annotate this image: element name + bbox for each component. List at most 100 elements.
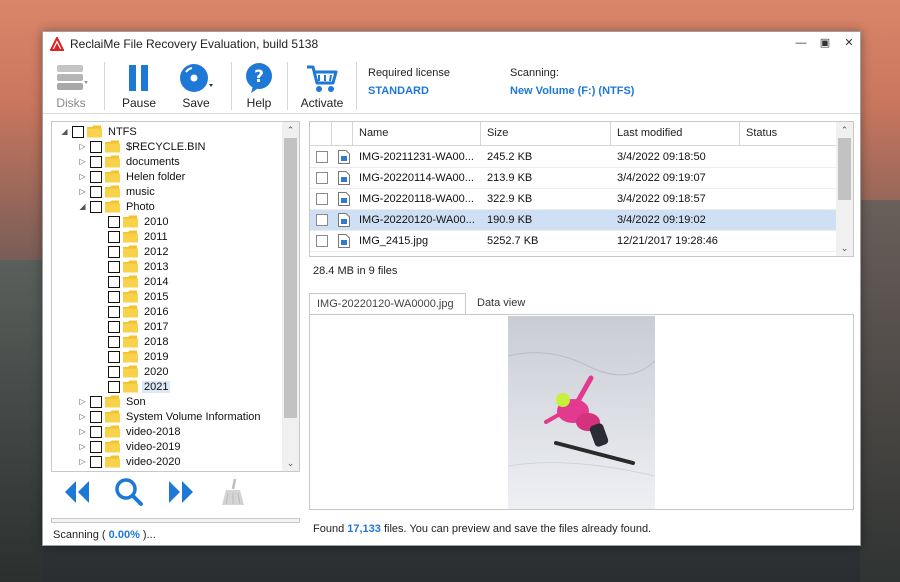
row-checkbox[interactable]	[316, 214, 328, 226]
tree-checkbox[interactable]	[90, 410, 102, 423]
search-button[interactable]	[113, 476, 145, 508]
tree-checkbox[interactable]	[108, 320, 120, 333]
file-status	[740, 210, 837, 231]
tree-item[interactable]: ▷ $RECYCLE.BIN	[78, 139, 207, 154]
tree-checkbox[interactable]	[90, 455, 102, 468]
expand-toggle-icon[interactable]: ▷	[78, 427, 87, 436]
column-header-status[interactable]: Status	[740, 122, 837, 146]
tree-item[interactable]: 2015	[96, 289, 170, 304]
tree-checkbox[interactable]	[108, 350, 120, 363]
activate-button[interactable]: Activate	[299, 62, 345, 110]
tree-checkbox[interactable]	[108, 245, 120, 258]
column-checkbox[interactable]	[310, 122, 332, 146]
tree-checkbox[interactable]	[108, 215, 120, 228]
expand-toggle-icon[interactable]: ▷	[78, 397, 87, 406]
expand-toggle-icon[interactable]: ▷	[78, 457, 87, 466]
tree-checkbox[interactable]	[72, 125, 84, 138]
expand-toggle-icon[interactable]: ▷	[78, 157, 87, 166]
tree-checkbox[interactable]	[108, 260, 120, 273]
tree-item[interactable]: ▷ music	[78, 184, 157, 199]
tree-item[interactable]: 2019	[96, 349, 170, 364]
table-row[interactable]: IMG-20220118-WA00... 322.9 KB 3/4/2022 09:…	[310, 189, 837, 210]
tree-item[interactable]: 2014	[96, 274, 170, 289]
table-row[interactable]: IMG_2415.jpg 5252.7 KB 12/21/2017 19:28:46	[310, 231, 837, 252]
tree-item[interactable]: 2010	[96, 214, 170, 229]
file-last-modified: 3/4/2022 09:18:50	[617, 151, 706, 163]
tree-checkbox[interactable]	[108, 380, 120, 393]
row-checkbox[interactable]	[316, 193, 328, 205]
pause-button[interactable]: Pause	[120, 62, 158, 110]
column-header-last-modified[interactable]: Last modified	[611, 122, 740, 146]
column-header-size[interactable]: Size	[481, 122, 611, 146]
column-header-name[interactable]: Name	[353, 122, 481, 146]
tab-data-view[interactable]: Data view	[470, 293, 540, 315]
tree-item[interactable]: 2021	[96, 379, 171, 394]
scroll-down-icon[interactable]: ⌄	[836, 240, 853, 256]
tree-item[interactable]: ▷ System Volume Information	[78, 409, 263, 424]
expand-toggle-icon[interactable]: ▷	[78, 187, 87, 196]
tree-checkbox[interactable]	[90, 140, 102, 153]
row-checkbox[interactable]	[316, 235, 328, 247]
tree-item[interactable]: 2016	[96, 304, 170, 319]
expand-toggle-icon[interactable]: ▷	[78, 442, 87, 451]
tree-item[interactable]: ◢ Photo	[78, 199, 157, 214]
expand-toggle-icon[interactable]: ◢	[60, 127, 69, 136]
tree-item[interactable]: 2013	[96, 259, 170, 274]
close-button[interactable]: ✕	[842, 36, 856, 50]
tree-item[interactable]: ▷ Helen folder	[78, 169, 187, 184]
previous-button[interactable]	[61, 476, 93, 508]
scroll-up-icon[interactable]: ⌃	[282, 122, 299, 138]
tree-checkbox[interactable]	[90, 440, 102, 453]
title-bar[interactable]: ReclaiMe File Recovery Evaluation, build…	[43, 32, 860, 56]
column-icon[interactable]	[332, 122, 353, 146]
scroll-up-icon[interactable]: ⌃	[836, 122, 853, 138]
expand-toggle-icon[interactable]: ▷	[78, 412, 87, 421]
tree-item[interactable]: 2011	[96, 229, 170, 244]
tree-checkbox[interactable]	[108, 290, 120, 303]
tree-item[interactable]: 2012	[96, 244, 170, 259]
disks-button[interactable]: Disks	[53, 62, 89, 110]
expand-toggle-icon[interactable]: ▷	[78, 172, 87, 181]
tree-checkbox[interactable]	[108, 365, 120, 378]
save-button[interactable]: Save	[178, 62, 214, 110]
tree-item[interactable]: ▷ video-2018	[78, 424, 182, 439]
minimize-button[interactable]: —	[794, 36, 808, 50]
help-button[interactable]: ? Help	[242, 62, 276, 110]
tree-checkbox[interactable]	[90, 200, 102, 213]
file-list[interactable]: Name Size Last modified Status IMG-20211…	[309, 121, 854, 257]
tree-item[interactable]: 2017	[96, 319, 170, 334]
file-list-scrollbar[interactable]: ⌃ ⌄	[836, 122, 853, 256]
row-checkbox[interactable]	[316, 172, 328, 184]
tree-scrollbar-thumb[interactable]	[284, 138, 297, 418]
table-row[interactable]: IMG-20220114-WA00... 213.9 KB 3/4/2022 09:…	[310, 168, 837, 189]
tree-item[interactable]: ◢ NTFS	[60, 124, 139, 139]
next-button[interactable]	[165, 476, 197, 508]
table-row[interactable]: IMG-20211231-WA00... 245.2 KB 3/4/2022 09:…	[310, 147, 837, 168]
clear-button[interactable]	[217, 476, 249, 508]
table-row[interactable]: IMG-20220120-WA00... 190.9 KB 3/4/2022 09:…	[310, 210, 837, 231]
maximize-button[interactable]: ▣	[818, 36, 832, 50]
tree-checkbox[interactable]	[108, 335, 120, 348]
tree-item[interactable]: 2018	[96, 334, 170, 349]
tab-file-preview[interactable]: IMG-20220120-WA0000.jpg	[309, 293, 466, 315]
row-checkbox[interactable]	[316, 151, 328, 163]
tree-checkbox[interactable]	[90, 185, 102, 198]
expand-toggle-icon[interactable]: ▷	[78, 142, 87, 151]
tree-checkbox[interactable]	[90, 170, 102, 183]
tree-checkbox[interactable]	[108, 305, 120, 318]
tree-checkbox[interactable]	[90, 425, 102, 438]
file-list-scrollbar-thumb[interactable]	[838, 138, 851, 200]
tree-item[interactable]: ▷ Son	[78, 394, 148, 409]
tree-item[interactable]: ▷ video-2020	[78, 454, 182, 469]
tree-checkbox[interactable]	[108, 275, 120, 288]
tree-item[interactable]: ▷ documents	[78, 154, 182, 169]
tree-checkbox[interactable]	[90, 395, 102, 408]
tree-item[interactable]: 2020	[96, 364, 170, 379]
scroll-down-icon[interactable]: ⌄	[282, 455, 299, 471]
tree-checkbox[interactable]	[90, 155, 102, 168]
tree-item[interactable]: ▷ video-2019	[78, 439, 182, 454]
folder-tree[interactable]: ◢ NTFS ▷ $RECYCLE.BIN ▷ documents ▷ Helen folde…	[51, 121, 300, 472]
tree-checkbox[interactable]	[108, 230, 120, 243]
tree-scrollbar[interactable]: ⌃ ⌄	[282, 122, 299, 471]
expand-toggle-icon[interactable]: ◢	[78, 202, 87, 211]
